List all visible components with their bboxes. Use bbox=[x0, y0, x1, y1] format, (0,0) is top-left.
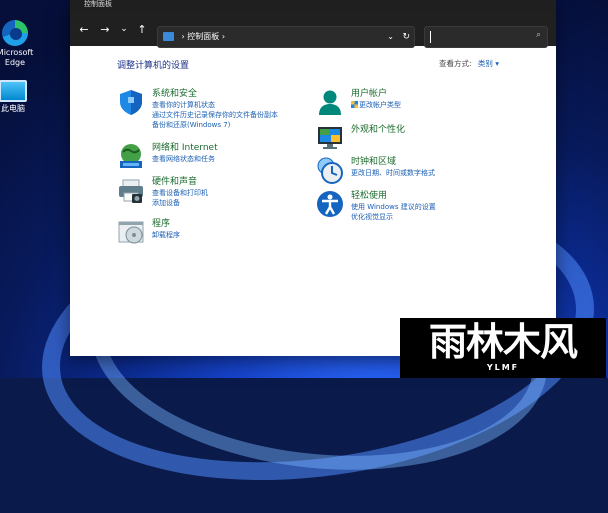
category-title[interactable]: 网络和 Internet bbox=[152, 142, 218, 154]
watermark-subtext: YLMF bbox=[486, 363, 520, 372]
address-dropdown-icon[interactable]: ⌄ bbox=[387, 27, 394, 47]
window-title: 控制面板 bbox=[70, 0, 556, 12]
content-area: 调整计算机的设置 查看方式: 类别 ▾ 系统和安全 查看你的计算机状态 通过文件… bbox=[70, 46, 556, 356]
watermark-text: 雨林木风 bbox=[428, 319, 578, 364]
edge-icon bbox=[2, 20, 28, 46]
category-title[interactable]: 时钟和区域 bbox=[351, 156, 435, 168]
category-link[interactable]: 查看网络状态和任务 bbox=[152, 154, 218, 164]
view-by-dropdown[interactable]: 类别 ▾ bbox=[478, 59, 499, 68]
category-link[interactable]: 通过文件历史记录保存你的文件备份副本 bbox=[152, 110, 278, 120]
control-panel-icon bbox=[163, 32, 174, 41]
text-cursor bbox=[430, 31, 431, 43]
watermark-logo: 雨林木风 YLMF bbox=[400, 318, 606, 378]
clock-icon bbox=[317, 157, 343, 184]
network-icon bbox=[120, 144, 142, 168]
category-title[interactable]: 系统和安全 bbox=[152, 88, 278, 100]
category-link[interactable]: 添加设备 bbox=[152, 198, 208, 208]
printer-icon bbox=[119, 179, 143, 203]
search-input[interactable]: ⌕ bbox=[424, 26, 548, 48]
category-link[interactable]: 使用 Windows 建议的设置 bbox=[351, 202, 436, 212]
refresh-icon[interactable]: ↻ bbox=[402, 27, 410, 47]
category-link[interactable]: 备份和还原(Windows 7) bbox=[152, 120, 278, 130]
category-title[interactable]: 外观和个性化 bbox=[351, 124, 405, 136]
back-button[interactable]: ← bbox=[78, 24, 90, 35]
category-link[interactable]: 优化视觉显示 bbox=[351, 212, 436, 222]
accessibility-icon bbox=[317, 191, 343, 217]
desktop-icon-label: 此电脑 bbox=[1, 104, 25, 113]
shield-icon bbox=[120, 90, 142, 115]
category-link[interactable]: 查看你的计算机状态 bbox=[152, 100, 278, 110]
category-title[interactable]: 程序 bbox=[152, 218, 180, 230]
computer-icon bbox=[0, 80, 27, 102]
category-link[interactable]: 卸载程序 bbox=[152, 230, 180, 240]
user-icon bbox=[319, 90, 341, 115]
address-separator: › bbox=[181, 32, 185, 41]
category-link[interactable]: 查看设备和打印机 bbox=[152, 188, 208, 198]
navigation-toolbar: ← → ⌄ ↑ › 控制面板 › ⌄ ↻ ⌕ bbox=[70, 12, 556, 48]
category-link[interactable]: 更改日期、时间或数字格式 bbox=[351, 168, 435, 178]
up-button[interactable]: ↑ bbox=[136, 24, 148, 35]
desktop-icon-this-pc[interactable]: 此电脑 bbox=[0, 80, 42, 114]
desktop-icon-edge[interactable]: Microsoft Edge bbox=[0, 20, 44, 68]
category-link[interactable]: 更改帐户类型 bbox=[351, 100, 401, 110]
category-title[interactable]: 硬件和声音 bbox=[152, 176, 208, 188]
page-title: 调整计算机的设置 bbox=[117, 61, 190, 71]
monitor-icon bbox=[318, 127, 342, 149]
address-path[interactable]: 控制面板 bbox=[187, 32, 219, 41]
address-bar[interactable]: › 控制面板 › ⌄ ↻ bbox=[157, 26, 415, 48]
category-title[interactable]: 用户帐户 bbox=[351, 88, 401, 100]
uac-shield-icon bbox=[351, 101, 358, 108]
address-separator: › bbox=[221, 32, 226, 41]
search-icon[interactable]: ⌕ bbox=[536, 30, 541, 40]
programs-icon bbox=[118, 221, 144, 244]
forward-button[interactable]: → bbox=[99, 24, 111, 35]
category-link-text[interactable]: 更改帐户类型 bbox=[359, 101, 401, 109]
category-title[interactable]: 轻松使用 bbox=[351, 190, 436, 202]
recent-locations-button[interactable]: ⌄ bbox=[118, 24, 130, 35]
desktop-icon-label: Microsoft Edge bbox=[0, 48, 34, 67]
view-by: 查看方式: 类别 ▾ bbox=[439, 58, 499, 69]
view-by-label: 查看方式: bbox=[439, 59, 472, 68]
control-panel-window: 控制面板 ← → ⌄ ↑ › 控制面板 › ⌄ ↻ ⌕ 调整计算机的设置 查看方… bbox=[70, 0, 556, 356]
